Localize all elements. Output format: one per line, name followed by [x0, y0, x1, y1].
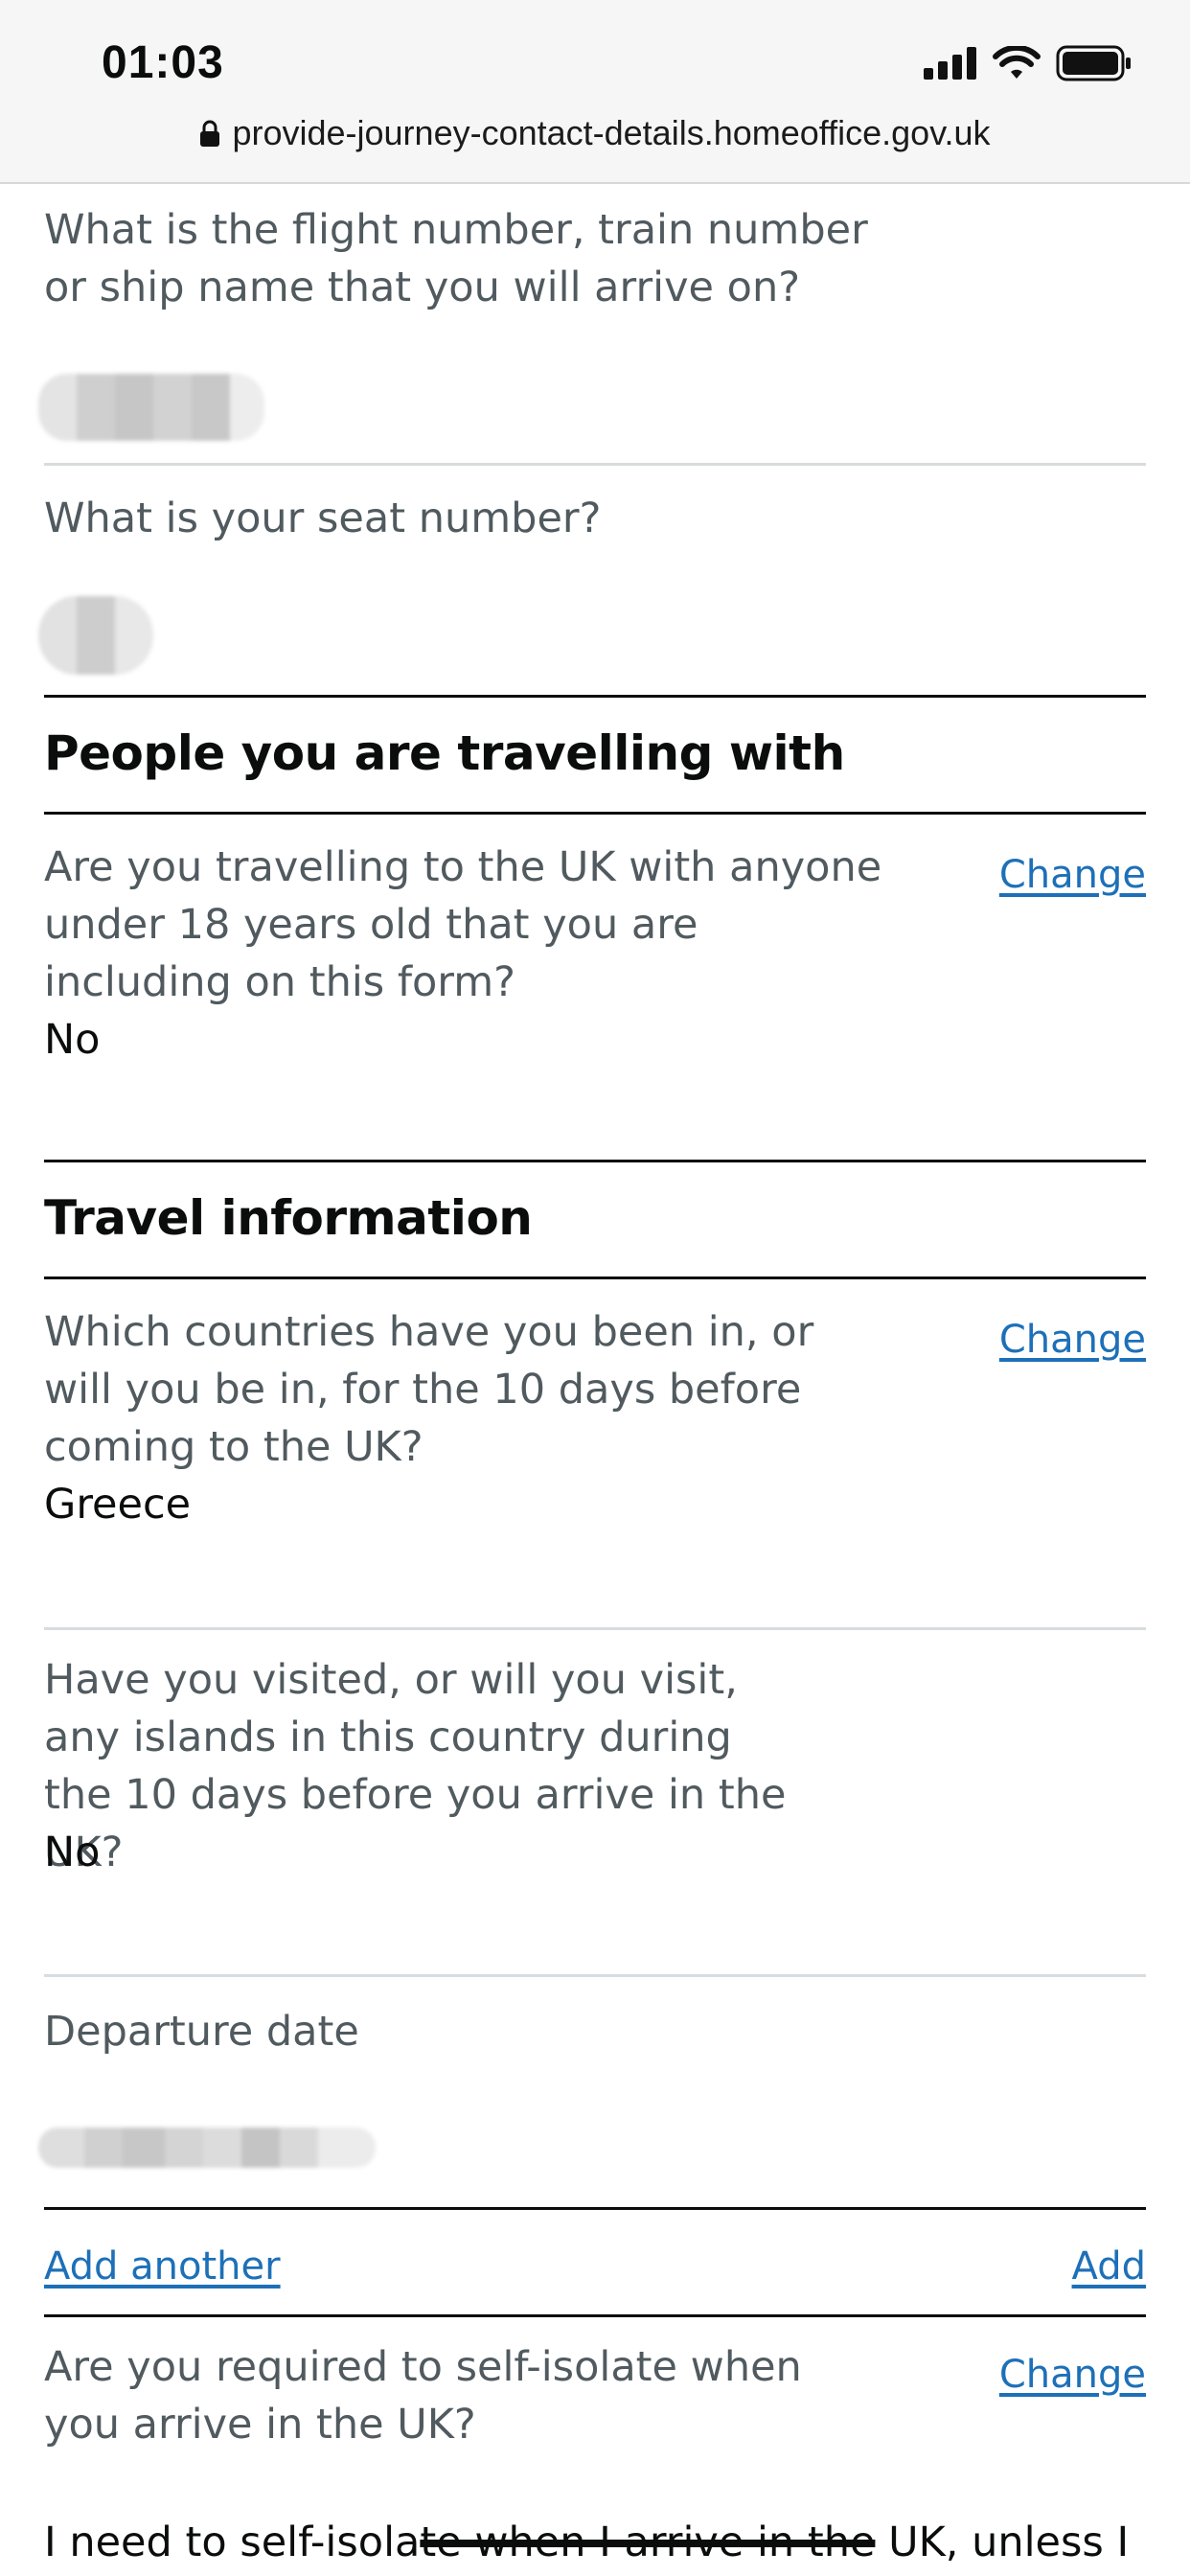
departure-date-redacted: [38, 2128, 376, 2168]
flight-question: What is the flight number, train number …: [44, 206, 868, 311]
flight-answer-redacted: [38, 374, 264, 441]
divider: [44, 1974, 1146, 1977]
self-isolate-question: Are you required to self-isolate when yo…: [44, 2343, 802, 2449]
seat-question: What is your seat number?: [44, 494, 602, 542]
divider: [44, 463, 1146, 466]
departure-date-label: Departure date: [44, 2008, 359, 2056]
add-link[interactable]: Add: [1072, 2240, 1146, 2293]
self-isolate-answer: I need to self-isolate when I arrive in …: [44, 2514, 1129, 2571]
lock-icon: [200, 120, 220, 147]
divider: [44, 812, 1146, 815]
wifi-icon: [993, 46, 1041, 79]
url-text: provide-journey-contact-details.homeoffi…: [232, 113, 991, 152]
change-people-link[interactable]: Change: [999, 848, 1146, 902]
under-18-question: Are you travelling to the UK with anyone…: [44, 843, 882, 1006]
system-icons: [924, 44, 1133, 82]
countries-question: Which countries have you been in, or wil…: [44, 1308, 814, 1471]
travel-heading: Travel information: [44, 1190, 533, 1246]
battery-icon: [1056, 45, 1131, 81]
countries-answer: Greece: [44, 1481, 192, 1529]
divider: [44, 2314, 1146, 2317]
people-heading: People you are travelling with: [44, 725, 845, 781]
add-another-link[interactable]: Add another: [44, 2240, 281, 2293]
divider: [44, 1276, 1146, 1279]
change-isolation-link[interactable]: Change: [999, 2348, 1146, 2402]
seat-answer-redacted: [38, 596, 153, 675]
divider: [44, 2207, 1146, 2210]
islands-question: Have you visited, or will you visit, any…: [44, 1656, 787, 1876]
change-countries-link[interactable]: Change: [999, 1313, 1146, 1367]
self-isolate-answer-end: UK, unless I: [875, 2518, 1130, 2566]
self-isolate-answer-struck: te when I arrive in the: [420, 2518, 876, 2566]
signal-icon: [924, 47, 976, 80]
status-time: 01:03: [102, 37, 224, 88]
url-bar[interactable]: provide-journey-contact-details.homeoffi…: [0, 113, 1190, 153]
browser-chrome: 01:03 provide-journey-contact-details.ho…: [0, 0, 1190, 184]
divider: [44, 1627, 1146, 1630]
divider: [44, 1160, 1146, 1162]
self-isolate-answer-start: I need to self-isola: [44, 2518, 421, 2566]
islands-answer: No: [44, 1828, 101, 1876]
divider: [44, 695, 1146, 698]
under-18-answer: No: [44, 1016, 101, 1064]
